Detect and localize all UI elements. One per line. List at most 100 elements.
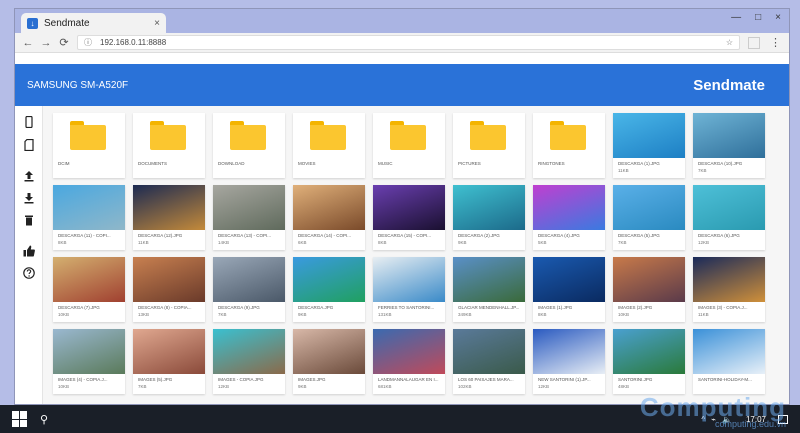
image-tile[interactable]: FERRIES TO SANTORINI... 131KB [373, 257, 445, 322]
like-icon[interactable] [23, 245, 35, 257]
file-name: IMAGES (5).JPG [138, 377, 173, 382]
file-name: DOCUMENTS [138, 161, 167, 166]
bookmark-star-icon[interactable]: ☆ [726, 38, 733, 47]
volume-icon[interactable]: 🔈 [722, 415, 732, 424]
minimize-button[interactable]: — [731, 12, 741, 23]
image-thumbnail [373, 329, 445, 374]
image-tile[interactable]: DESCARGA (4).JPG 5KB [533, 185, 605, 250]
file-size: 12KB [218, 384, 230, 389]
phone-icon[interactable] [23, 116, 35, 128]
extension-icon[interactable] [748, 36, 760, 49]
file-size: 681KB [378, 384, 392, 389]
close-window-button[interactable]: × [775, 12, 781, 23]
image-thumbnail [293, 185, 365, 230]
clock[interactable]: 17:07 [746, 415, 766, 424]
maximize-button[interactable]: □ [755, 12, 761, 23]
image-tile[interactable]: LANDMANNALAUGAR EN I... 681KB [373, 329, 445, 394]
image-tile[interactable]: IMAGES - COPIA.JPG 12KB [213, 329, 285, 394]
image-tile[interactable]: IMAGES.JPG 9KB [293, 329, 365, 394]
image-tile[interactable]: DESCARGA (9).JPG 7KB [213, 257, 285, 322]
folder-tile[interactable]: DCIM [53, 113, 125, 178]
help-icon[interactable] [23, 267, 35, 279]
image-thumbnail [693, 113, 765, 158]
tab-close-icon[interactable]: × [154, 18, 160, 29]
image-thumbnail [293, 257, 365, 302]
folder-tile[interactable]: PICTURES [453, 113, 525, 178]
folder-tile[interactable]: RINGTONES [533, 113, 605, 178]
image-tile[interactable]: IMAGES (1).JPG 8KB [533, 257, 605, 322]
folder-tile[interactable]: DOWNLOAD [213, 113, 285, 178]
image-tile[interactable]: SANTORINI.JPG 48KB [613, 329, 685, 394]
file-size: 8KB [378, 240, 387, 245]
forward-button[interactable]: → [37, 37, 55, 49]
browser-menu-icon[interactable]: ⋮ [770, 36, 781, 49]
image-thumbnail [453, 185, 525, 230]
image-tile[interactable]: DESCARGA (2).JPG 9KB [453, 185, 525, 250]
image-tile[interactable]: DESCARGA (1).JPG 11KB [613, 113, 685, 178]
image-tile[interactable]: DESCARGA (13) - COPI... 14KB [213, 185, 285, 250]
download-icon[interactable] [23, 192, 35, 204]
windows-start-icon[interactable] [12, 411, 28, 427]
image-thumbnail [133, 329, 205, 374]
file-name: DESCARGA (11) - COPI... [58, 233, 111, 238]
file-name: DESCARGA (1).JPG [618, 161, 660, 166]
image-tile[interactable]: SANTORINI-HOLIDAY-M... [693, 329, 765, 394]
file-size: 12KB [538, 384, 550, 389]
image-tile[interactable]: GLACIAR MENDENHALL.JP... 349KB [453, 257, 525, 322]
browser-toolbar: ← → ⟳ ⓘ 192.168.0.11:8888 ☆ ⋮ [15, 33, 789, 53]
delete-icon[interactable] [23, 214, 35, 226]
folder-thumb [453, 113, 525, 158]
image-tile[interactable]: DESCARGA (14) - COPI... 6KB [293, 185, 365, 250]
image-tile[interactable]: DESCARGA (12).JPG 11KB [133, 185, 205, 250]
browser-tab[interactable]: ↓ Sendmate × [21, 13, 166, 33]
image-tile[interactable]: DESCARGA (8) - COPIA... 13KB [133, 257, 205, 322]
notification-icon[interactable] [778, 414, 788, 424]
tray-expand-icon[interactable]: ^ [701, 415, 705, 424]
image-tile[interactable]: IMAGES (4) - COPIA.J... 10KB [53, 329, 125, 394]
file-name: DESCARGA (8) - COPIA... [138, 305, 192, 310]
file-name: DESCARGA (5).JPG [618, 233, 660, 238]
image-tile[interactable]: LOS 60 PAISAJES MARA... 102KB [453, 329, 525, 394]
image-thumbnail [133, 257, 205, 302]
file-name: DESCARGA (14) - COPI... [298, 233, 352, 238]
image-tile[interactable]: DESCARGA (15) - COPI... 8KB [373, 185, 445, 250]
browser-window: ↓ Sendmate × — □ × ← → ⟳ ⓘ 192.168.0.11:… [14, 8, 790, 405]
sd-card-icon[interactable] [23, 139, 35, 151]
folder-thumb [533, 113, 605, 158]
file-size: 13KB [138, 312, 150, 317]
file-name: DESCARGA.JPG [298, 305, 334, 310]
image-tile[interactable]: NEW SANTORINI (1).JP... 12KB [533, 329, 605, 394]
address-url[interactable]: 192.168.0.11:8888 [100, 38, 726, 47]
file-name: IMAGES - COPIA.JPG [218, 377, 264, 382]
file-size: 7KB [698, 168, 707, 173]
address-bar[interactable]: ⓘ 192.168.0.11:8888 ☆ [77, 35, 740, 50]
folder-icon [70, 121, 106, 150]
file-name: DESCARGA (9).JPG [218, 305, 260, 310]
image-thumbnail [213, 329, 285, 374]
image-tile[interactable]: DESCARGA (5).JPG 7KB [613, 185, 685, 250]
folder-tile[interactable]: MUSIC [373, 113, 445, 178]
image-tile[interactable]: DESCARGA (7).JPG 10KB [53, 257, 125, 322]
image-tile[interactable]: DESCARGA (11) - COPI... 8KB [53, 185, 125, 250]
network-icon[interactable]: ⌁ [711, 415, 716, 424]
folder-icon [310, 121, 346, 150]
image-tile[interactable]: IMAGES (2).JPG 10KB [613, 257, 685, 322]
site-info-icon[interactable]: ⓘ [84, 37, 92, 48]
image-tile[interactable]: IMAGES (5).JPG 7KB [133, 329, 205, 394]
folder-tile[interactable]: MOVIES [293, 113, 365, 178]
search-icon[interactable]: ⚲ [40, 413, 48, 426]
upload-icon[interactable] [23, 170, 35, 182]
folder-tile[interactable]: DOCUMENTS [133, 113, 205, 178]
file-size: 10KB [58, 384, 70, 389]
image-tile[interactable]: DESCARGA.JPG 9KB [293, 257, 365, 322]
image-tile[interactable]: IMAGES (3) - COPIA.J... 11KB [693, 257, 765, 322]
image-tile[interactable]: DESCARGA (6).JPG 12KB [693, 185, 765, 250]
file-name: RINGTONES [538, 161, 565, 166]
reload-button[interactable]: ⟳ [55, 36, 73, 49]
file-size: 9KB [298, 384, 307, 389]
folder-thumb [213, 113, 285, 158]
image-tile[interactable]: DESCARGA (10).JPG 7KB [693, 113, 765, 178]
back-button[interactable]: ← [19, 37, 37, 49]
file-size: 5KB [538, 240, 547, 245]
file-grid: DCIM DOCUMENTS DOWNLOAD MOVIES MUSIC PICTURES… [53, 113, 765, 394]
